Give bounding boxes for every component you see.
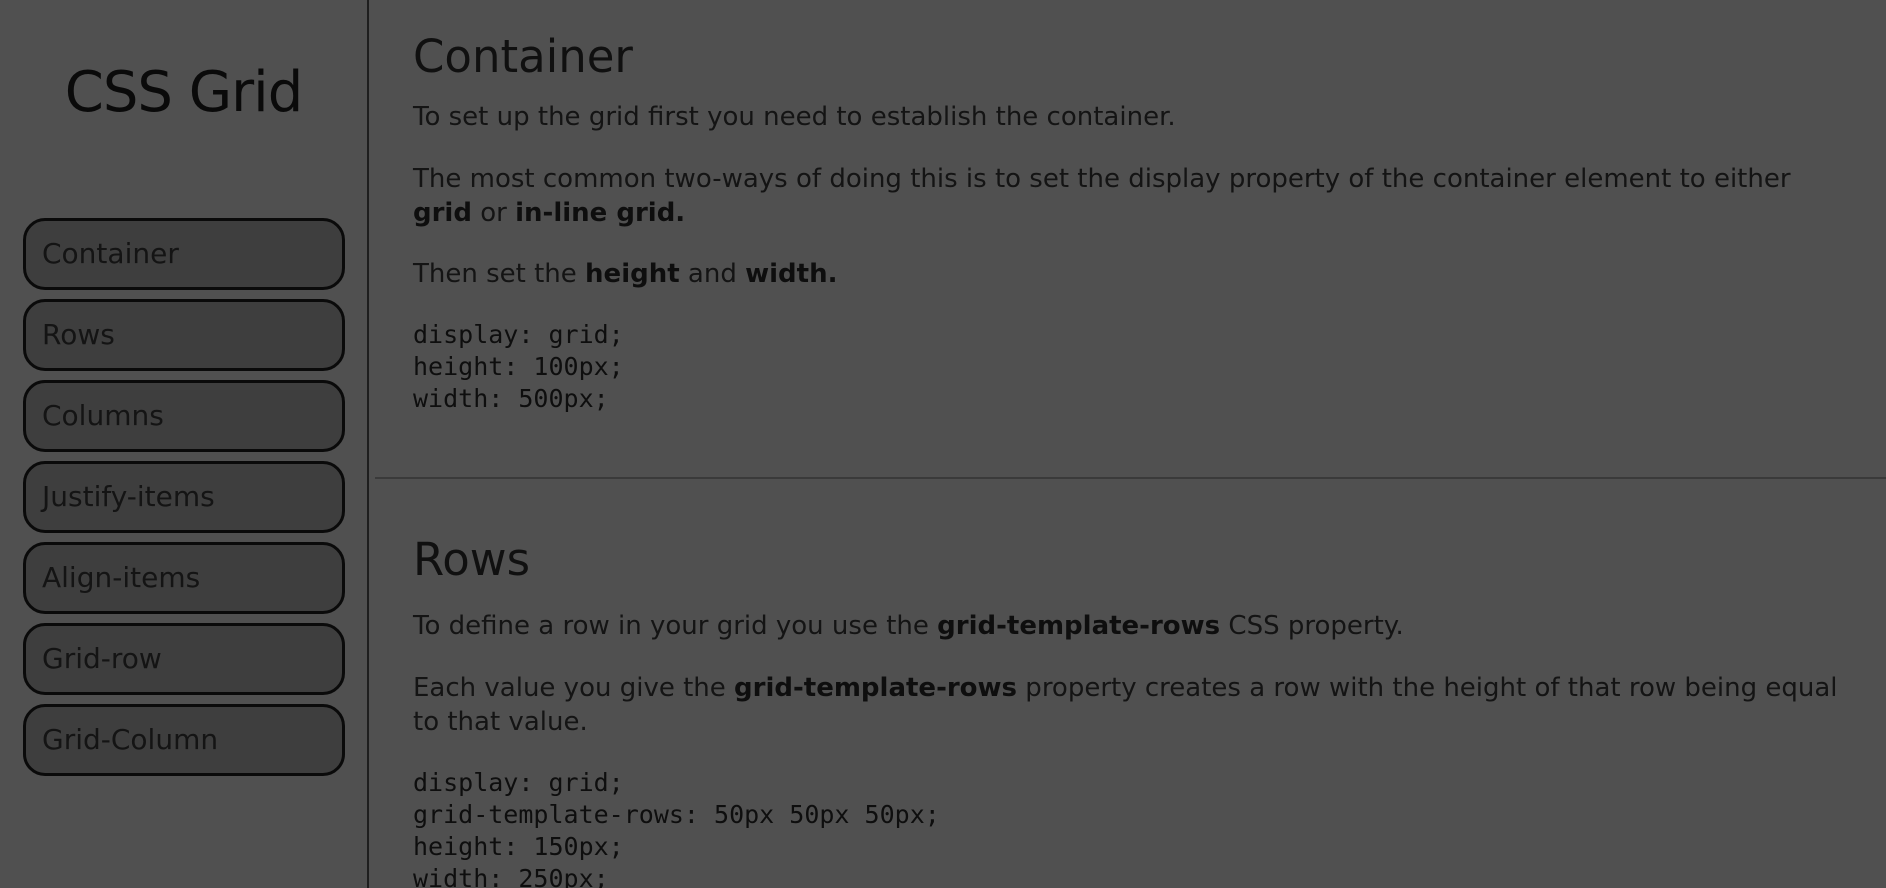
section-rows: Rows To define a row in your grid you us… — [369, 533, 1886, 888]
container-p3-text-c: and — [679, 259, 746, 289]
container-paragraph-2: The most common two-ways of doing this i… — [413, 162, 1846, 230]
code-line: width: 250px; — [413, 864, 609, 888]
section-title-container: Container — [413, 30, 633, 83]
container-p2-bold-grid: grid — [413, 198, 472, 228]
container-p3-bold-width: width. — [745, 259, 838, 289]
code-line: height: 150px; — [413, 832, 624, 861]
container-paragraph-3: Then set the height and width. — [413, 257, 1846, 291]
rows-paragraph-1: To define a row in your grid you use the… — [413, 609, 1846, 643]
main-content: Container To set up the grid first you n… — [369, 0, 1886, 888]
rows-p1-text-a: To define a row in your grid you use the — [413, 611, 938, 641]
nav-item-grid-column[interactable]: Grid-Column — [23, 704, 345, 776]
section-container: Container To set up the grid first you n… — [369, 30, 1886, 415]
code-line: display: grid; — [413, 768, 624, 797]
sidebar-title: CSS Grid — [64, 60, 304, 125]
nav-item-columns[interactable]: Columns — [23, 380, 345, 452]
container-p3-text-a: Then set the — [413, 259, 586, 289]
page: CSS Grid Container Rows Columns Justify-… — [0, 0, 1886, 888]
container-p2-text-a: The most common two-ways of doing this i… — [413, 164, 1791, 194]
nav-item-justify-items[interactable]: Justify-items — [23, 461, 345, 533]
container-code-block: display: grid; height: 100px; width: 500… — [413, 319, 1846, 415]
nav-item-grid-row[interactable]: Grid-row — [23, 623, 345, 695]
section-title-rows: Rows — [413, 533, 531, 586]
nav-item-container[interactable]: Container — [23, 218, 345, 290]
rows-code-block: display: grid; grid-template-rows: 50px … — [413, 767, 1846, 888]
rows-paragraph-2: Each value you give the grid-template-ro… — [413, 671, 1846, 739]
sidebar: CSS Grid Container Rows Columns Justify-… — [0, 0, 369, 888]
section-divider — [375, 477, 1886, 479]
code-line: grid-template-rows: 50px 50px 50px; — [413, 800, 940, 829]
rows-p1-text-c: CSS property. — [1220, 611, 1404, 641]
sidebar-nav: Container Rows Columns Justify-items Ali… — [23, 218, 345, 785]
rows-p1-bold-property: grid-template-rows — [937, 611, 1221, 641]
nav-item-rows[interactable]: Rows — [23, 299, 345, 371]
nav-item-align-items[interactable]: Align-items — [23, 542, 345, 614]
container-p2-bold-inline-grid: in-line grid. — [515, 198, 686, 228]
code-line: width: 500px; — [413, 384, 609, 413]
rows-p2-bold-property: grid-template-rows — [734, 673, 1018, 703]
rows-p2-text-a: Each value you give the — [413, 673, 735, 703]
container-p3-bold-height: height — [585, 259, 680, 289]
code-line: height: 100px; — [413, 352, 624, 381]
code-line: display: grid; — [413, 320, 624, 349]
container-paragraph-1: To set up the grid first you need to est… — [413, 102, 1176, 132]
container-p2-text-c: or — [471, 198, 516, 228]
